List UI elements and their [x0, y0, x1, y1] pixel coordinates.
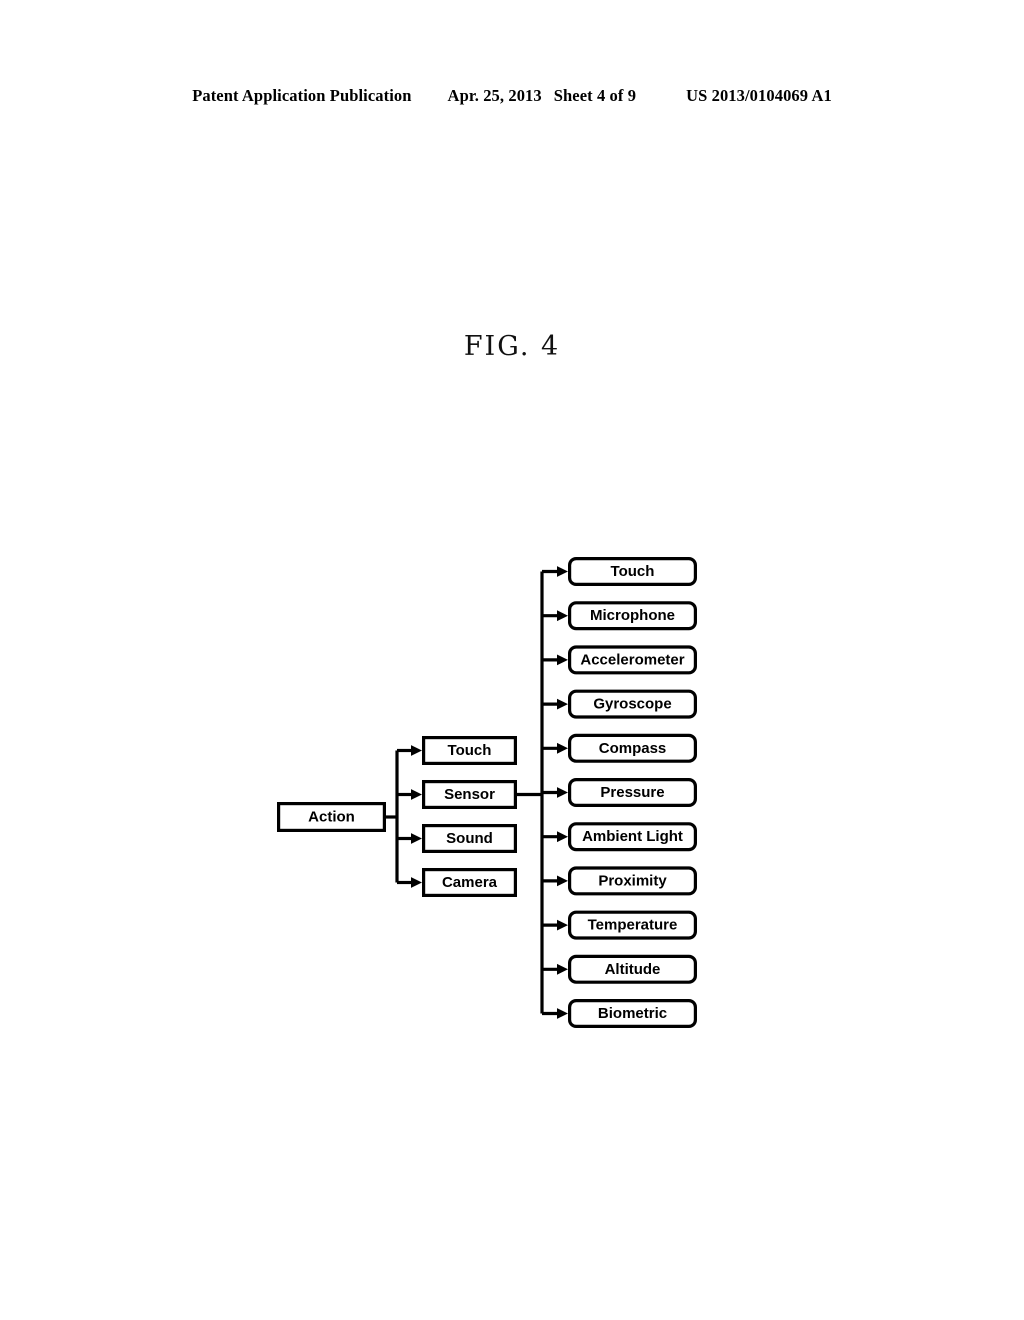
connector-trunk-to-level3-microphone-head: [557, 610, 568, 622]
connector-trunk-to-level3-proximity-head: [557, 875, 568, 887]
node-level3-gyroscope-label: Gyroscope: [593, 696, 671, 713]
connector-trunk-to-level2-sound-head: [411, 833, 422, 844]
node-level3-ambient-light-label: Ambient Light: [582, 828, 683, 845]
connector-trunk-to-level2-touch-head: [411, 745, 422, 756]
node-level2-touch[interactable]: Touch: [422, 735, 518, 765]
node-level3-microphone[interactable]: Microphone: [567, 601, 697, 631]
node-level3-microphone-label: Microphone: [590, 607, 675, 624]
node-level3-temperature[interactable]: Temperature: [567, 910, 697, 940]
connector-trunk-to-level3-gyroscope-head: [557, 698, 568, 710]
node-level2-sound[interactable]: Sound: [422, 823, 518, 853]
node-level3-compass[interactable]: Compass: [567, 733, 697, 763]
node-level3-gyroscope[interactable]: Gyroscope: [567, 689, 697, 719]
connector-trunk-to-level3-biometric-head: [557, 1008, 568, 1019]
node-level3-temperature-label: Temperature: [588, 917, 678, 934]
node-level2-touch-label: Touch: [448, 742, 492, 759]
node-level2-sensor-label: Sensor: [444, 786, 495, 803]
node-level2-sound-label: Sound: [446, 830, 493, 847]
node-level3-proximity-label: Proximity: [598, 872, 667, 889]
connector-trunk-to-level3-touch-head: [557, 566, 568, 577]
node-layer: Action Touch Sensor Sound Camera Touch Microph…: [277, 556, 697, 1028]
connector-trunk-to-level2-camera-head: [411, 877, 422, 888]
connector-trunk-to-level3-ambient-light-head: [557, 831, 568, 843]
diagram-canvas: Action Touch Sensor Sound Camera Touch Microph…: [277, 556, 697, 1028]
node-level3-touch-label: Touch: [611, 563, 655, 580]
node-level2-camera-label: Camera: [442, 874, 498, 891]
node-level3-pressure[interactable]: Pressure: [567, 777, 697, 807]
node-level2-sensor[interactable]: Sensor: [422, 779, 518, 809]
node-level3-touch[interactable]: Touch: [567, 556, 697, 586]
connector-trunk-to-level3-accelerometer-head: [557, 654, 568, 666]
node-level3-compass-label: Compass: [599, 740, 667, 757]
node-level3-ambient-light[interactable]: Ambient Light: [567, 822, 697, 852]
node-level3-pressure-label: Pressure: [600, 784, 664, 801]
node-level3-biometric[interactable]: Biometric: [567, 998, 697, 1028]
figure-4-tree-diagram: Action Touch Sensor Sound Camera Touch Microph…: [0, 0, 1024, 1320]
node-action-label: Action: [308, 808, 355, 825]
connector-trunk-to-level3-altitude-head: [557, 963, 568, 975]
node-action[interactable]: Action: [277, 801, 387, 832]
node-level3-proximity[interactable]: Proximity: [567, 866, 697, 896]
node-level3-accelerometer[interactable]: Accelerometer: [567, 645, 697, 675]
node-level3-accelerometer-label: Accelerometer: [580, 651, 684, 668]
node-level3-biometric-label: Biometric: [598, 1005, 667, 1022]
connector-trunk-to-level2-sensor-head: [411, 789, 422, 800]
node-level3-altitude-label: Altitude: [605, 961, 661, 978]
node-level3-altitude[interactable]: Altitude: [567, 954, 697, 984]
connector-trunk-to-level3-compass-head: [557, 742, 568, 754]
node-level2-camera[interactable]: Camera: [422, 867, 518, 897]
connector-trunk-to-level3-temperature-head: [557, 919, 568, 931]
connector-trunk-to-level3-pressure-head: [557, 787, 568, 798]
